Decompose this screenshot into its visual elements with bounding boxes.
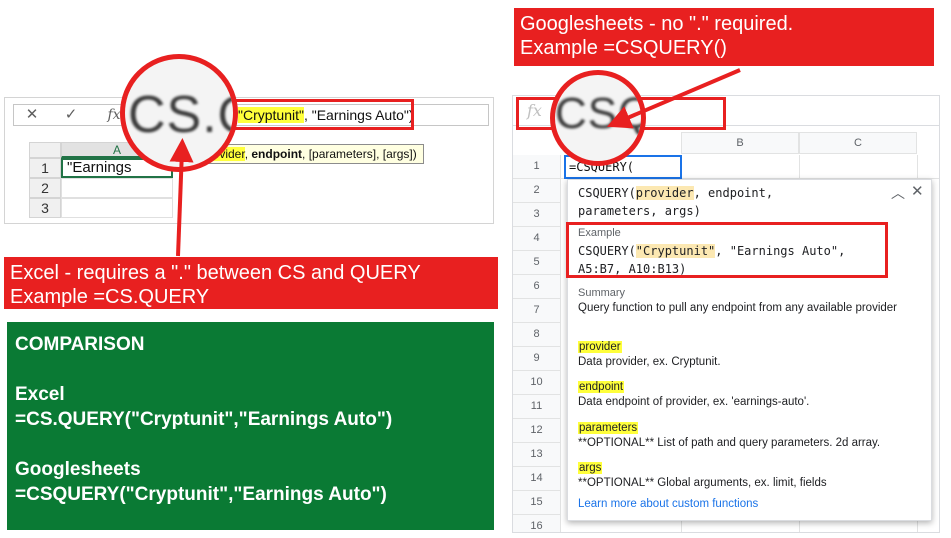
row-header[interactable]: 5 <box>513 251 561 275</box>
excel-callout: Excel - requires a "." between CS and QU… <box>4 257 498 309</box>
param-desc: **OPTIONAL** List of path and query para… <box>578 437 881 449</box>
comparison-box: COMPARISON Excel =CS.QUERY("Cryptunit","… <box>7 322 494 530</box>
param-desc: **OPTIONAL** Global arguments, ex. limit… <box>578 477 827 489</box>
excel-magnifier: CS.Q <box>120 54 238 172</box>
tooltip-paren: ) <box>412 147 417 161</box>
confirm-icon[interactable]: ✓ <box>59 105 83 125</box>
comparison-gs-label: Googlesheets <box>15 459 141 480</box>
tooltip-sep: , <box>302 147 309 161</box>
gs-example-highlight-box <box>566 222 888 278</box>
excel-callout-line2: Example =CS.QUERY <box>10 286 210 308</box>
tooltip-param-args[interactable]: [args] <box>383 147 413 161</box>
sig-rest: , endpoint, <box>693 186 774 200</box>
column-header-c[interactable]: C <box>799 132 917 154</box>
row-header[interactable]: 13 <box>513 443 561 467</box>
excel-formula-highlight-box <box>228 99 414 130</box>
row-header[interactable]: 3 <box>513 203 561 227</box>
cell-a3[interactable] <box>61 198 173 218</box>
row-header[interactable]: 15 <box>513 491 561 515</box>
param-args: args **OPTIONAL** Global arguments, ex. … <box>578 461 827 491</box>
param-desc: Data provider, ex. Cryptunit. <box>578 356 721 368</box>
gs-callout-line1: Googlesheets - no "." required. <box>520 13 794 35</box>
row-header[interactable]: 10 <box>513 371 561 395</box>
function-signature: CSQUERY(provider, endpoint, parameters, a… <box>578 184 878 220</box>
row-header[interactable]: 16 <box>513 515 561 532</box>
excel-callout-line1: Excel - requires a "." between CS and QU… <box>10 262 421 284</box>
gs-magnifier: CSQ <box>550 70 646 166</box>
learn-more-link[interactable]: Learn more about custom functions <box>578 498 758 510</box>
param-desc: Data endpoint of provider, ex. 'earnings… <box>578 396 810 408</box>
sig-line2: parameters, args) <box>578 204 701 218</box>
tooltip-param-parameters[interactable]: [parameters] <box>309 147 376 161</box>
comparison-title: COMPARISON <box>15 334 145 355</box>
column-header-b[interactable]: B <box>681 132 799 154</box>
sig-name: CSQUERY( <box>578 186 636 200</box>
gs-callout: Googlesheets - no "." required. Example … <box>514 8 934 66</box>
summary-label: Summary <box>578 287 626 299</box>
param-parameters: parameters **OPTIONAL** List of path and… <box>578 421 880 451</box>
param-name: args <box>578 462 603 474</box>
comparison-excel-label: Excel <box>15 384 65 405</box>
row-header[interactable]: 8 <box>513 323 561 347</box>
gs-callout-line2: Example =CSQUERY() <box>520 37 727 59</box>
gs-magnifier-text: CSQ <box>555 89 646 138</box>
param-name: parameters <box>578 422 639 434</box>
row-header[interactable]: 4 <box>513 227 561 251</box>
tooltip-sep: , <box>376 147 383 161</box>
close-icon[interactable]: ✕ <box>911 182 924 200</box>
row-header[interactable]: 14 <box>513 467 561 491</box>
excel-magnifier-text: CS.Q <box>128 86 233 144</box>
collapse-chevron-icon[interactable]: ︿ <box>891 183 905 203</box>
row-header-2[interactable]: 2 <box>29 178 61 198</box>
row-header[interactable]: 7 <box>513 299 561 323</box>
param-name: endpoint <box>578 381 625 393</box>
sig-param-provider: provider <box>635 186 694 200</box>
cell-a2[interactable] <box>61 178 173 198</box>
param-endpoint: endpoint Data endpoint of provider, ex. … <box>578 380 809 410</box>
row-header-1[interactable]: 1 <box>29 158 61 178</box>
screenshot-root: ✕ ✓ fx "Cryptunit", "Earnings Auto") (pr… <box>0 0 951 538</box>
comparison-excel-formula: =CS.QUERY("Cryptunit","Earnings Auto") <box>15 409 393 430</box>
row-header-3[interactable]: 3 <box>29 198 61 218</box>
row-header[interactable]: 11 <box>513 395 561 419</box>
param-name: provider <box>578 341 622 353</box>
row-header[interactable]: 9 <box>513 347 561 371</box>
row-header[interactable]: 6 <box>513 275 561 299</box>
param-provider: provider Data provider, ex. Cryptunit. <box>578 340 721 370</box>
select-all-corner[interactable] <box>29 142 61 158</box>
comparison-gs-formula: =CSQUERY("Cryptunit","Earnings Auto") <box>15 484 387 505</box>
row-header[interactable]: 1 <box>513 155 561 179</box>
row-header[interactable]: 12 <box>513 419 561 443</box>
cancel-icon[interactable]: ✕ <box>20 105 44 125</box>
row-header[interactable]: 2 <box>513 179 561 203</box>
tooltip-param-endpoint[interactable]: endpoint <box>251 147 302 161</box>
summary-text: Query function to pull any endpoint from… <box>578 302 897 314</box>
